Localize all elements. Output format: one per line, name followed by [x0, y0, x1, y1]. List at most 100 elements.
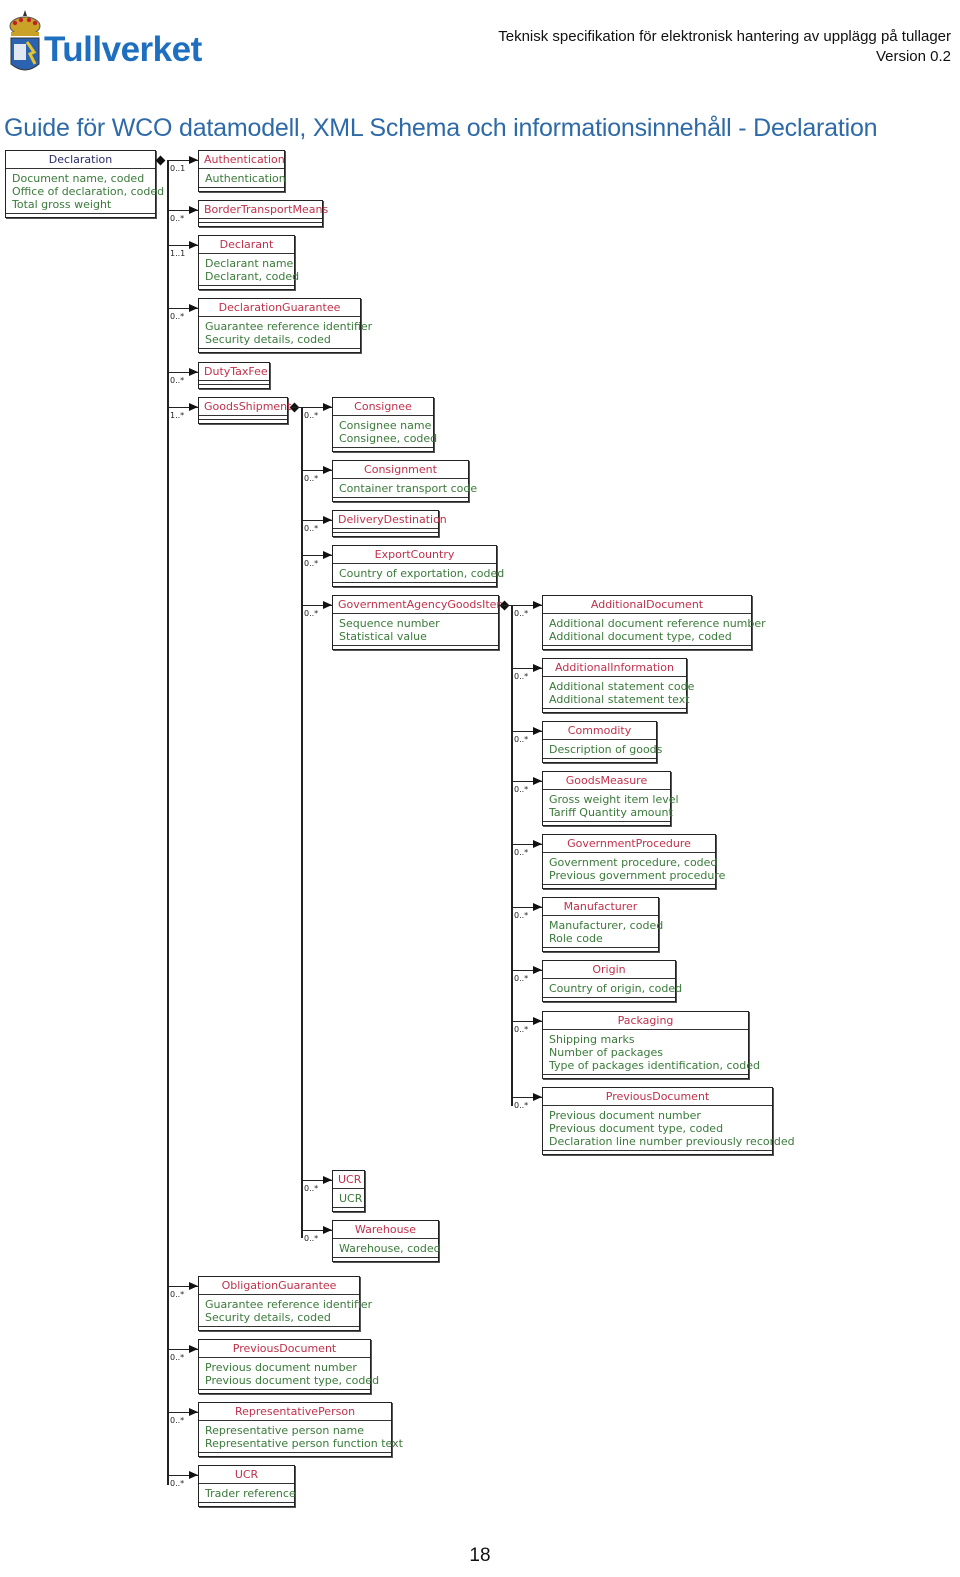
- uml-class-consignee[interactable]: Consignee Consignee name Consignee, coded: [332, 397, 437, 452]
- class-attributes: Shipping marks Number of packages Type of …: [543, 1030, 760, 1075]
- uml-class-additional-document[interactable]: AdditionalDocument Additional document re…: [542, 595, 766, 650]
- class-attributes: Container transport code: [333, 479, 477, 498]
- arrowhead-icon: [323, 403, 332, 411]
- class-operations: [199, 420, 287, 423]
- document-title: Teknisk specifikation för elektronisk ha…: [498, 28, 951, 45]
- class-attribute: Security details, coded: [205, 1311, 331, 1324]
- uml-class-additional-information[interactable]: AdditionalInformation Additional statemen…: [542, 658, 695, 713]
- class-operations: [199, 385, 269, 388]
- arrowhead-icon: [323, 516, 332, 524]
- class-attributes: Sequence number Statistical value: [333, 614, 498, 646]
- multiplicity-label: 0..*: [170, 214, 185, 223]
- class-operations: [543, 885, 715, 888]
- uml-class-consignment[interactable]: Consignment Container transport code: [332, 460, 477, 502]
- class-operations: [543, 822, 670, 825]
- uml-class-packaging[interactable]: Packaging Shipping marks Number of package…: [542, 1011, 760, 1079]
- class-attribute: Additional document type, coded: [549, 630, 732, 643]
- class-attribute: Number of packages: [549, 1046, 663, 1059]
- multiplicity-label: 0..*: [170, 1479, 185, 1488]
- uml-class-declaration[interactable]: Declaration Document name, coded Office of…: [5, 150, 165, 218]
- class-operations: [543, 1075, 748, 1078]
- uml-class-duty-tax-fee[interactable]: DutyTaxFee: [198, 362, 270, 389]
- class-operations: [199, 188, 284, 191]
- class-attribute: UCR: [339, 1192, 363, 1205]
- class-name: PreviousDocument: [199, 1340, 370, 1358]
- uml-class-export-country[interactable]: ExportCountry Country of exportation, cod…: [332, 545, 504, 587]
- arrowhead-icon: [189, 368, 198, 376]
- uml-class-representative-person[interactable]: RepresentativePerson Representative perso…: [198, 1402, 403, 1457]
- class-attribute: Representative person name: [205, 1424, 365, 1437]
- multiplicity-label: 0..*: [170, 1353, 185, 1362]
- class-attributes: Description of goods: [543, 740, 663, 759]
- uml-class-obligation-guarantee[interactable]: ObligationGuarantee Guarantee reference i…: [198, 1276, 373, 1331]
- class-operations: [333, 533, 438, 536]
- uml-class-warehouse[interactable]: Warehouse Warehouse, coded: [332, 1220, 441, 1262]
- class-attribute: Previous government procedure: [549, 869, 726, 882]
- multiplicity-label: 0..*: [304, 1234, 319, 1243]
- class-attribute: Previous document type, coded: [549, 1122, 724, 1135]
- arrowhead-icon: [533, 840, 542, 848]
- page-title: Guide för WCO datamodell, XML Schema och…: [4, 114, 878, 142]
- class-attributes: Warehouse, coded: [333, 1239, 441, 1258]
- arrowhead-icon: [323, 551, 332, 559]
- class-attribute: Guarantee reference identifier: [205, 1298, 373, 1311]
- multiplicity-label: 0..*: [514, 974, 529, 983]
- class-attributes: Previous document number Previous documen…: [199, 1358, 379, 1390]
- arrowhead-icon: [533, 727, 542, 735]
- class-attributes: Additional document reference number Addi…: [543, 614, 766, 646]
- crest-icon: [9, 10, 41, 71]
- uml-class-previous-document[interactable]: PreviousDocument Previous document number…: [542, 1087, 795, 1155]
- class-name: ObligationGuarantee: [199, 1277, 359, 1295]
- class-operations: [199, 1453, 391, 1456]
- uml-class-ucr[interactable]: UCR Trader reference: [198, 1465, 296, 1507]
- uml-class-origin[interactable]: Origin Country of origin, coded: [542, 960, 682, 1002]
- class-attribute: Tariff Quantity amount: [549, 806, 673, 819]
- multiplicity-label: 0..*: [304, 411, 319, 420]
- class-attributes: Guarantee reference identifier Security d…: [199, 317, 372, 349]
- uml-class-manufacturer[interactable]: Manufacturer Manufacturer, coded Role code: [542, 897, 664, 952]
- uml-class-border-transport-means[interactable]: BorderTransportMeans: [198, 200, 328, 227]
- arrowhead-icon: [323, 601, 332, 609]
- class-name: DutyTaxFee: [199, 363, 269, 381]
- class-attribute: Description of goods: [549, 743, 663, 756]
- class-operations: [333, 646, 498, 649]
- class-name: PreviousDocument: [543, 1088, 772, 1106]
- class-attributes: Trader reference: [199, 1484, 296, 1503]
- uml-class-declaration-guarantee[interactable]: DeclarationGuarantee Guarantee reference …: [198, 298, 372, 353]
- multiplicity-label: 0..*: [514, 911, 529, 920]
- class-name: UCR: [333, 1171, 364, 1189]
- uml-class-ucr[interactable]: UCR UCR: [332, 1170, 365, 1212]
- multiplicity-label: 0..*: [170, 1416, 185, 1425]
- document-header: Teknisk specifikation för elektronisk ha…: [498, 27, 951, 67]
- uml-class-delivery-destination[interactable]: DeliveryDestination: [332, 510, 447, 537]
- uml-class-government-procedure[interactable]: GovernmentProcedure Government procedure,…: [542, 834, 726, 889]
- multiplicity-label: 0..*: [170, 376, 185, 385]
- uml-class-commodity[interactable]: Commodity Description of goods: [542, 721, 663, 763]
- class-attribute: Declarant name: [205, 257, 294, 270]
- multiplicity-label: 0..*: [514, 1025, 529, 1034]
- multiplicity-label: 0..*: [514, 848, 529, 857]
- uml-class-goods-measure[interactable]: GoodsMeasure Gross weight item level Tarif…: [542, 771, 679, 826]
- class-operations: [543, 646, 751, 649]
- uml-class-declarant[interactable]: Declarant Declarant name Declarant, coded: [198, 235, 300, 290]
- uml-class-previous-document[interactable]: PreviousDocument Previous document number…: [198, 1339, 379, 1394]
- class-operations: [543, 948, 658, 951]
- uml-class-government-agency-goods-item[interactable]: GovernmentAgencyGoodsItem Sequence number…: [332, 595, 507, 650]
- class-attributes: Guarantee reference identifier Security d…: [199, 1295, 373, 1327]
- arrowhead-icon: [533, 1093, 542, 1101]
- multiplicity-label: 0..*: [304, 524, 319, 533]
- class-attribute: Office of declaration, coded: [12, 185, 165, 198]
- class-attribute: Declarant, coded: [205, 270, 300, 283]
- class-attributes: Country of origin, coded: [543, 979, 682, 998]
- class-attributes: UCR: [333, 1189, 364, 1208]
- class-attribute: Document name, coded: [12, 172, 145, 185]
- class-attribute: Consignee name: [339, 419, 432, 432]
- uml-class-authentication[interactable]: Authentication Authentication: [198, 150, 286, 192]
- uml-class-goods-shipment[interactable]: GoodsShipment: [198, 397, 291, 424]
- class-attributes: Previous document number Previous documen…: [543, 1106, 795, 1151]
- class-attribute: Manufacturer, coded: [549, 919, 664, 932]
- arrowhead-icon: [533, 903, 542, 911]
- class-operations: [199, 223, 322, 226]
- class-operations: [6, 214, 155, 217]
- class-attribute: Additional statement code: [549, 680, 695, 693]
